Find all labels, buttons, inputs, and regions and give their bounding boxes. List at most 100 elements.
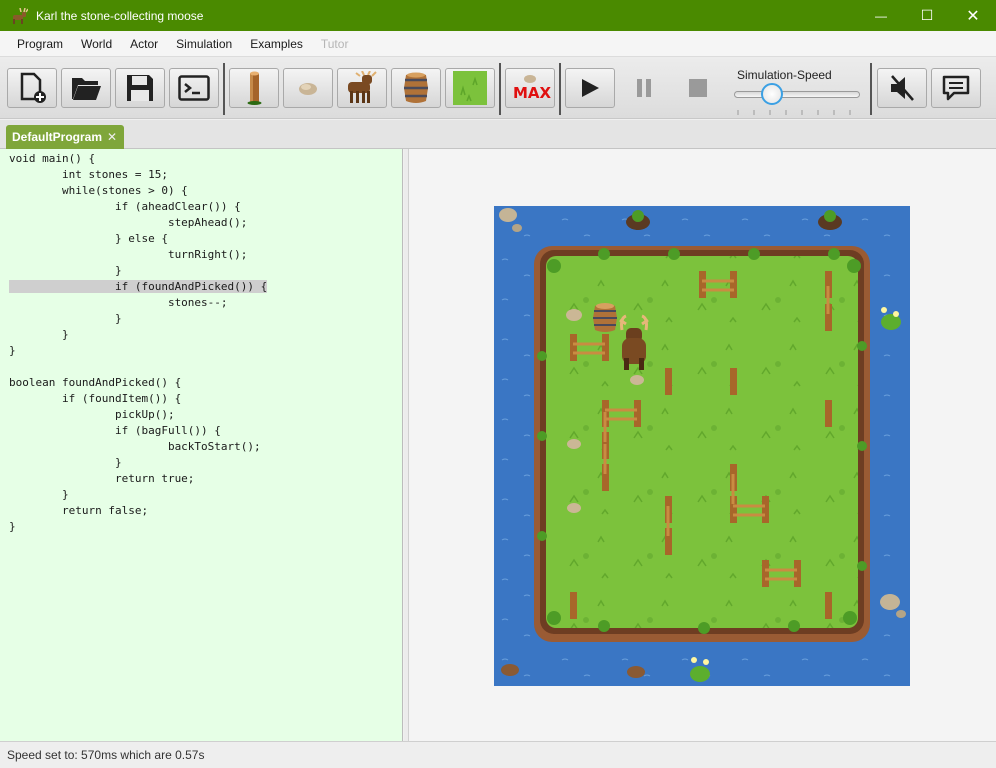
code-line[interactable]: } [0,343,402,359]
place-grass-button[interactable] [445,68,495,108]
chat-button[interactable] [931,68,981,108]
new-file-icon [20,72,46,103]
menu-actor[interactable]: Actor [121,37,167,51]
app-window: Karl the stone-collecting moose — ☐ ✕ Pr… [0,0,996,768]
code-text: void main() { [9,152,96,165]
code-line[interactable]: pickUp(); [0,407,402,423]
code-text: if (aheadClear()) { [9,200,241,213]
speed-slider[interactable] [734,83,862,115]
code-line[interactable]: while(stones > 0) { [0,183,402,199]
code-line[interactable]: stepAhead(); [0,215,402,231]
save-button[interactable] [115,68,165,108]
code-line[interactable]: backToStart(); [0,439,402,455]
slider-thumb[interactable] [760,83,783,105]
code-text: if (foundAndPicked()) { [9,280,268,293]
open-file-button[interactable] [61,68,111,108]
code-line[interactable]: } [0,311,402,327]
pause-icon [637,79,651,97]
menu-bar: Program World Actor Simulation Examples … [0,31,996,57]
close-icon: ✕ [966,7,980,25]
tab-label: DefaultProgram [12,130,103,144]
save-icon [127,75,153,101]
code-line[interactable]: if (aheadClear()) { [0,199,402,215]
console-button[interactable] [169,68,219,108]
code-line[interactable]: return false; [0,503,402,519]
speaker-muted-icon [891,75,914,101]
editor-tab-strip: DefaultProgram ✕ [0,120,996,149]
code-line[interactable]: } [0,455,402,471]
code-text: if (bagFull()) { [9,424,221,437]
stone [566,309,582,321]
place-barrel-button[interactable] [391,68,441,108]
play-button[interactable] [565,68,615,108]
window-title: Karl the stone-collecting moose [36,8,204,23]
code-text: pickUp(); [9,408,175,421]
menu-program[interactable]: Program [8,37,72,51]
maximize-button[interactable]: ☐ [904,0,950,31]
code-line[interactable]: stones--; [0,295,402,311]
code-text: if (foundItem()) { [9,392,182,405]
island-grass [546,256,858,628]
moose-icon [348,71,377,103]
place-moose-button[interactable] [337,68,387,108]
max-label: MAX [513,84,552,102]
menu-world[interactable]: World [72,37,121,51]
folder-open-icon [72,78,101,100]
code-line[interactable]: } [0,487,402,503]
toolbar: MAX Simulation-Speed [0,57,996,119]
code-text: return true; [9,472,195,485]
code-line[interactable]: turnRight(); [0,247,402,263]
code-text: return false; [9,504,149,517]
maximize-icon: ☐ [920,7,934,23]
grass-tile-icon [453,71,487,105]
code-line[interactable]: if (foundItem()) { [0,391,402,407]
code-line[interactable]: void main() { [0,151,402,167]
menu-simulation[interactable]: Simulation [167,37,241,51]
code-text: while(stones > 0) { [9,184,188,197]
code-line[interactable]: if (bagFull()) { [0,423,402,439]
stone-icon [299,83,317,95]
max-button[interactable]: MAX [505,68,555,108]
code-text: } [9,488,69,501]
toolbar-separator [559,63,561,115]
code-editor[interactable]: void main() { int stones = 15; while(sto… [0,149,403,741]
menu-examples[interactable]: Examples [241,37,312,51]
place-stone-button[interactable] [283,68,333,108]
code-line[interactable]: int stones = 15; [0,167,402,183]
stone [567,439,581,449]
toolbar-separator [870,63,872,115]
world-view-pane [409,149,996,741]
code-text: stepAhead(); [9,216,248,229]
code-text: turnRight(); [9,248,248,261]
code-line[interactable] [0,359,402,375]
code-text: int stones = 15; [9,168,168,181]
code-text: } [9,456,122,469]
tree-stump-icon [247,71,262,105]
code-line[interactable]: } [0,263,402,279]
pause-button[interactable] [619,68,669,108]
code-text: } [9,264,122,277]
tab-default-program[interactable]: DefaultProgram ✕ [6,125,124,149]
status-bar: Speed set to: 570ms which are 0.57s [0,741,996,768]
code-line[interactable]: } else { [0,231,402,247]
tab-close-icon[interactable]: ✕ [107,130,117,144]
minimize-icon: — [875,8,887,23]
slider-ticks [734,102,860,115]
stop-button[interactable] [673,68,723,108]
code-line[interactable]: if (foundAndPicked()) { [0,279,402,295]
code-text: } [9,328,69,341]
world-canvas[interactable] [494,206,910,686]
code-line[interactable]: return true; [0,471,402,487]
code-line[interactable]: } [0,327,402,343]
title-bar: Karl the stone-collecting moose — ☐ ✕ [0,0,996,31]
code-text: stones--; [9,296,228,309]
close-window-button[interactable]: ✕ [950,0,996,31]
place-tree-button[interactable] [229,68,279,108]
code-line[interactable]: boolean foundAndPicked() { [0,375,402,391]
code-line[interactable]: } [0,519,402,535]
minimize-button[interactable]: — [858,0,904,31]
slider-track [734,91,860,98]
new-file-button[interactable] [7,68,57,108]
toolbar-separator [499,63,501,115]
mute-button[interactable] [877,68,927,108]
